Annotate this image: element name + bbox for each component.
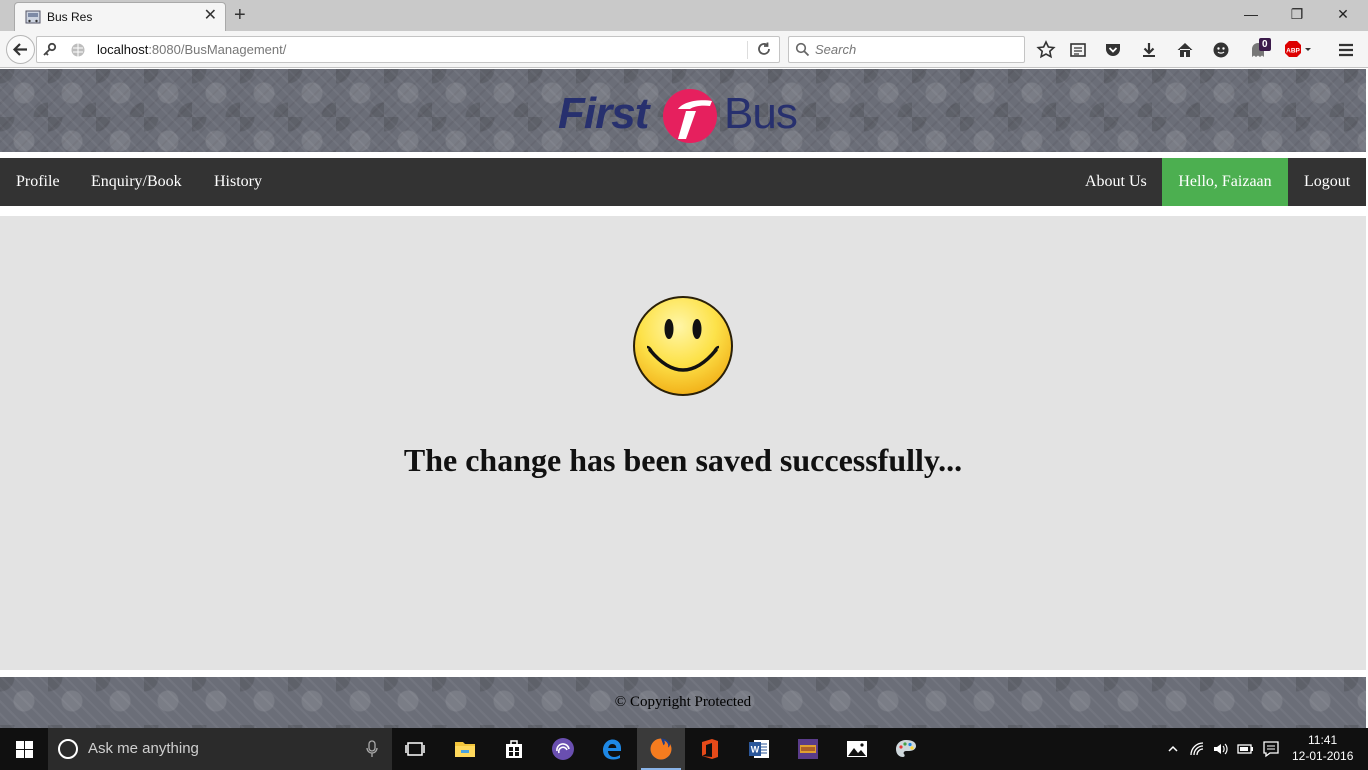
browser-tab-strip: Bus Res ✕ + — ❐ ✕ [0,0,1368,31]
taskbar-paint[interactable] [882,728,930,770]
ghostery-button[interactable]: 0 [1249,38,1275,62]
swirl-app-icon [552,738,574,760]
search-placeholder: Search [815,42,857,57]
taskbar-game-app[interactable] [784,728,832,770]
main-navigation: Profile Enquiry/Book History About Us He… [0,158,1366,206]
globe-icon [71,43,85,57]
paint-palette-icon [896,740,916,757]
url-path: :8080/BusManagement/ [148,42,287,57]
office-icon [702,739,718,759]
hamburger-menu-icon[interactable] [1336,40,1356,60]
bus-favicon-icon [25,10,41,24]
taskbar-torrent-app[interactable] [539,728,587,770]
new-tab-button[interactable]: + [234,3,246,27]
nav-about-us[interactable]: About Us [1069,158,1163,206]
taskbar-photos[interactable] [833,728,881,770]
copyright-text: © Copyright Protected [614,694,752,710]
logo-text-bus: Bus [724,89,798,138]
taskbar-word[interactable]: W [735,728,783,770]
home-icon[interactable] [1175,40,1195,60]
task-view-icon [405,742,425,756]
tab-title: Bus Res [47,10,93,24]
nav-logout[interactable]: Logout [1288,158,1366,206]
windows-taskbar: Ask me anything W 11:41 12-01-2016 [0,728,1368,770]
cortana-placeholder: Ask me anything [88,740,199,757]
reload-icon[interactable] [755,40,773,58]
adblock-plus-icon: ABP [1285,41,1311,57]
url-text: localhost:8080/BusManagement/ [97,42,286,57]
edge-browser-icon [603,739,621,760]
svg-text:W: W [751,745,760,755]
task-view-button[interactable] [392,728,440,770]
word-icon: W [749,740,769,758]
url-host: localhost [97,42,149,57]
address-bar[interactable]: localhost:8080/BusManagement/ [36,36,780,63]
nav-profile[interactable]: Profile [0,158,76,206]
back-button[interactable] [6,35,35,64]
start-button[interactable] [0,728,48,770]
firstbus-f-icon [663,89,717,143]
key-icon [43,42,57,56]
footer: © Copyright Protected [0,677,1366,728]
wifi-icon[interactable] [1188,740,1206,758]
nav-enquiry-book[interactable]: Enquiry/Book [75,158,198,206]
back-arrow-icon [12,43,27,56]
close-window-button[interactable]: ✕ [1333,4,1353,24]
microphone-icon[interactable] [366,740,378,758]
clock-date[interactable]: 12-01-2016 [1292,749,1353,763]
svg-text:ABP: ABP [1286,48,1300,55]
success-message: The change has been saved successfully..… [403,442,963,478]
taskbar-office[interactable] [686,728,734,770]
bookmark-star-icon[interactable] [1036,40,1056,60]
firstbus-logo[interactable]: First Bus [558,83,808,143]
restore-window-button[interactable]: ❐ [1287,4,1307,24]
close-tab-icon[interactable]: ✕ [204,7,217,25]
firefox-icon [650,738,672,760]
adblock-button[interactable]: ABP [1284,40,1314,60]
minimize-window-button[interactable]: — [1241,4,1261,24]
logo-text-first: First [558,89,649,138]
cortana-icon [58,739,78,759]
cortana-search-box[interactable]: Ask me anything [48,728,392,770]
chat-icon[interactable] [1211,40,1231,60]
smiley-face-icon [633,296,733,396]
volume-icon[interactable] [1212,740,1230,758]
pocket-icon[interactable] [1103,40,1123,60]
divider [747,41,748,59]
nav-history[interactable]: History [198,158,278,206]
store-bag-icon [506,740,522,758]
chevron-up-icon[interactable] [1167,743,1179,755]
taskbar-edge[interactable] [588,728,636,770]
blocked-count-badge: 0 [1259,38,1271,51]
reading-list-icon[interactable] [1068,40,1088,60]
folder-icon [455,742,475,757]
web-page: First Bus Profile Enquiry/Book History A… [0,69,1366,728]
browser-tab[interactable]: Bus Res ✕ [14,2,226,31]
game-app-icon [798,739,818,759]
photos-icon [847,741,867,757]
search-icon [795,42,810,57]
battery-icon[interactable] [1237,740,1255,758]
browser-toolbar: localhost:8080/BusManagement/ Search 0 A… [0,31,1368,68]
nav-user-greeting[interactable]: Hello, Faizaan [1162,158,1288,206]
taskbar-file-explorer[interactable] [441,728,489,770]
taskbar-store[interactable] [490,728,538,770]
header-banner: First Bus [0,69,1366,152]
clock-time[interactable]: 11:41 [1308,733,1337,747]
download-icon[interactable] [1139,40,1159,60]
taskbar-firefox[interactable] [637,728,685,770]
main-content: The change has been saved successfully..… [0,216,1366,670]
action-center-icon[interactable] [1262,740,1280,758]
search-bar[interactable]: Search [788,36,1025,63]
windows-logo-icon [16,741,33,758]
